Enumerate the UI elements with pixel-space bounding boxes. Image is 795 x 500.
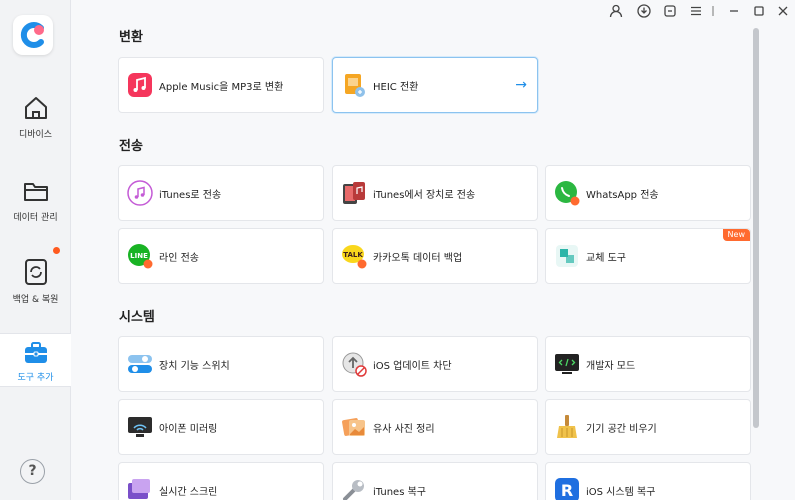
card-label: 유사 사진 정리 <box>373 424 435 435</box>
titlebar-divider <box>712 6 714 16</box>
sidebar-item-label: 도구 추가 <box>17 373 54 383</box>
heic-image-icon <box>345 74 365 97</box>
swap-tool-icon <box>556 245 578 267</box>
download-icon[interactable] <box>637 4 651 18</box>
card-label: Apple Music을 MP3로 변환 <box>159 82 284 93</box>
whatsapp-icon <box>555 181 580 206</box>
help-button[interactable]: ? <box>20 459 45 484</box>
tool-card-heic-convert[interactable]: HEIC 전환 → <box>332 57 538 113</box>
kakaotalk-icon: TALK <box>342 245 367 269</box>
tool-card-itunes-repair[interactable]: iTunes 복구 <box>332 462 538 500</box>
sidebar-item-label: 데이터 관리 <box>13 213 58 223</box>
sidebar: 디바이스 데이터 관리 백업 & 복원 도구 추가 ? <box>0 0 71 500</box>
folder-icon <box>23 183 48 201</box>
account-icon[interactable] <box>609 4 623 18</box>
screen-mirror-icon <box>128 417 152 437</box>
card-label: 아이폰 미러링 <box>159 424 218 435</box>
card-label: 카카오톡 데이터 백업 <box>373 253 463 264</box>
sidebar-item-label: 백업 & 복원 <box>12 295 59 305</box>
card-label: 라인 전송 <box>159 253 199 264</box>
broom-icon <box>557 415 577 438</box>
card-label: iTunes로 전송 <box>159 190 222 201</box>
close-icon[interactable] <box>776 4 790 18</box>
sidebar-item-label: 디바이스 <box>18 130 53 140</box>
wrench-icon <box>343 480 364 500</box>
tool-card-block-ios-update[interactable]: iOS 업데이트 차단 <box>332 336 538 392</box>
section-title-system: 시스템 <box>119 310 155 325</box>
notification-dot <box>53 247 60 254</box>
card-label: WhatsApp 전송 <box>586 190 659 201</box>
minimize-icon[interactable] <box>727 4 741 18</box>
toolbox-icon <box>24 342 47 363</box>
card-label: iTunes 복구 <box>373 487 426 498</box>
sidebar-item-devices[interactable]: 디바이스 <box>0 95 71 140</box>
card-label: iOS 시스템 복구 <box>586 487 656 498</box>
app-logo <box>13 15 53 55</box>
block-update-icon <box>342 352 367 377</box>
menu-icon[interactable] <box>689 4 703 18</box>
card-label: 실시간 스크린 <box>159 487 218 498</box>
backup-icon <box>24 259 47 285</box>
card-label: iOS 업데이트 차단 <box>373 361 452 372</box>
home-icon <box>24 97 47 119</box>
card-label: 기기 공간 비우기 <box>586 424 657 435</box>
tool-card-similar-photo-cleanup[interactable]: 유사 사진 정리 <box>332 399 538 455</box>
tool-card-free-up-space[interactable]: 기기 공간 비우기 <box>545 399 751 455</box>
feedback-icon[interactable] <box>663 4 677 18</box>
svg-text:R: R <box>561 481 573 500</box>
tool-card-device-switch[interactable]: 장치 기능 스위치 <box>118 336 324 392</box>
sidebar-item-backup-restore[interactable]: 백업 & 복원 <box>0 258 71 305</box>
tool-card-developer-mode[interactable]: 개발자 모드 <box>545 336 751 392</box>
app-logo-icon <box>20 22 44 48</box>
tool-card-iphone-mirroring[interactable]: 아이폰 미러링 <box>118 399 324 455</box>
itunes-device-icon <box>343 182 365 204</box>
sidebar-item-add-tools[interactable]: 도구 추가 <box>0 333 71 387</box>
tool-card-itunes-to-device[interactable]: iTunes에서 장치로 전송 <box>332 165 538 221</box>
scrollbar[interactable] <box>753 28 759 428</box>
card-label: 교체 도구 <box>586 253 626 264</box>
svg-text:TALK: TALK <box>343 251 363 259</box>
tool-card-kakaotalk-backup[interactable]: TALK 카카오톡 데이터 백업 <box>332 228 538 284</box>
sidebar-item-data-management[interactable]: 데이터 관리 <box>0 178 71 223</box>
line-icon: LINE <box>128 244 153 269</box>
tool-card-apple-music-mp3[interactable]: Apple Music을 MP3로 변환 <box>118 57 324 113</box>
reiboot-icon: R <box>555 478 579 500</box>
live-screen-icon <box>128 479 150 499</box>
arrow-right-icon: → <box>515 77 527 93</box>
itunes-icon <box>127 180 153 206</box>
card-label: iTunes에서 장치로 전송 <box>373 190 476 201</box>
developer-mode-icon <box>555 354 579 374</box>
maximize-icon[interactable] <box>752 4 766 18</box>
section-title-transfer: 전송 <box>119 139 143 154</box>
tool-card-transfer-to-itunes[interactable]: iTunes로 전송 <box>118 165 324 221</box>
card-label: HEIC 전환 <box>373 82 419 93</box>
tool-card-ios-system-repair[interactable]: R iOS 시스템 복구 <box>545 462 751 500</box>
toggle-switch-icon <box>128 355 152 373</box>
apple-music-icon <box>128 73 152 97</box>
tool-card-replace-tool[interactable]: 교체 도구 New <box>545 228 751 284</box>
new-badge: New <box>722 229 750 241</box>
photos-icon <box>342 418 365 436</box>
tool-card-line-transfer[interactable]: LINE 라인 전송 <box>118 228 324 284</box>
tool-card-whatsapp-transfer[interactable]: WhatsApp 전송 <box>545 165 751 221</box>
svg-text:LINE: LINE <box>130 252 148 260</box>
tool-card-live-screen[interactable]: 실시간 스크린 <box>118 462 324 500</box>
card-label: 장치 기능 스위치 <box>159 361 230 372</box>
card-label: 개발자 모드 <box>586 361 636 372</box>
section-title-convert: 변환 <box>119 30 143 45</box>
